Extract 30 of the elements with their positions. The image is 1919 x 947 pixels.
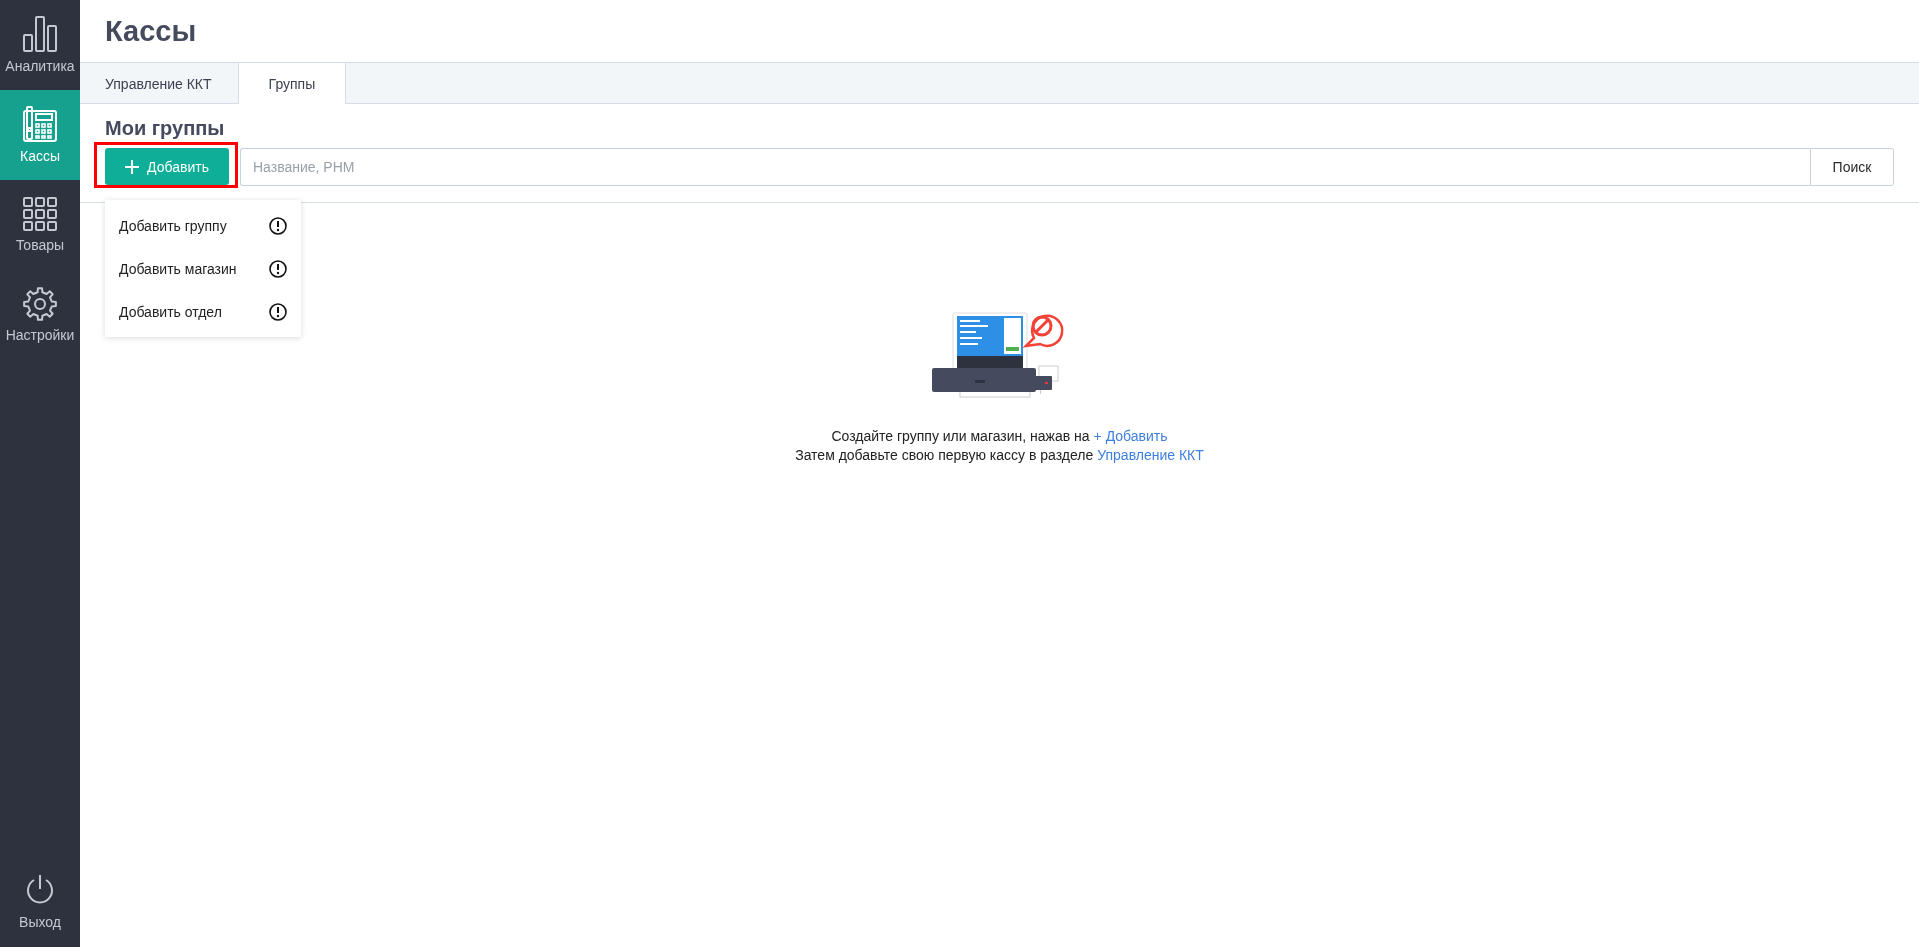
hint-link[interactable]: Управление ККТ (1097, 447, 1204, 463)
sidebar-item-label: Товары (15, 237, 65, 253)
sidebar-item-label: Настройки (5, 327, 75, 343)
search-button[interactable]: Поиск (1810, 148, 1894, 186)
hint-link[interactable]: + Добавить (1093, 428, 1168, 444)
power-icon (25, 874, 55, 906)
page-title: Кассы (104, 13, 198, 49)
section-title: Мои группы (105, 117, 226, 140)
hint-text: Затем добавьте свою первую кассу в разделе (795, 447, 1094, 463)
sidebar-item[interactable]: Аналитика (0, 0, 80, 90)
sidebar-item-label: Аналитика (5, 58, 75, 74)
sidebar-item-label: Кассы (20, 148, 60, 164)
exclamation-circle-icon (269, 302, 287, 321)
bar-chart-icon (23, 16, 57, 52)
exclamation-circle-icon (269, 259, 287, 278)
plus-icon (125, 159, 140, 174)
cash-register-icon (23, 106, 57, 142)
tab[interactable]: Управление ККТ (80, 63, 238, 104)
hint-text: Создайте группу или магазин, нажав на (831, 428, 1090, 444)
menu-item[interactable]: Добавить отдел (105, 290, 301, 333)
tab[interactable]: Группы (237, 63, 347, 104)
logout-item[interactable]: Выход (0, 857, 80, 947)
menu-item[interactable]: Добавить магазин (105, 247, 301, 290)
search-field[interactable]: Название, РНМ (240, 148, 1810, 186)
grid-icon (23, 197, 57, 231)
settings-icon (23, 287, 57, 321)
sidebar-item[interactable]: Настройки (0, 270, 80, 360)
menu-item[interactable]: Добавить группу (105, 204, 301, 247)
exclamation-circle-icon (269, 216, 287, 235)
sidebar-item[interactable]: Товары (0, 180, 80, 270)
